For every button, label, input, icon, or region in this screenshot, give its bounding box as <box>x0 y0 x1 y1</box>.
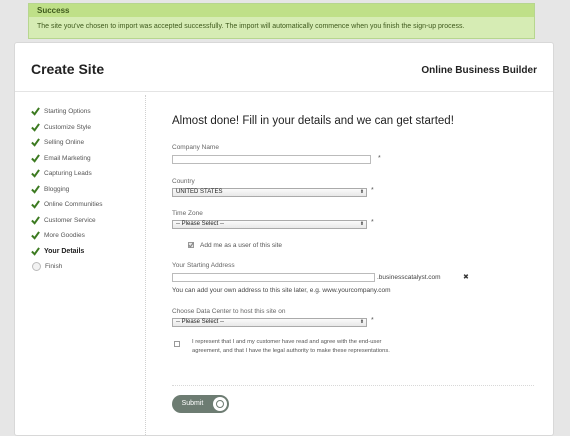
step-finish[interactable]: Finish <box>31 259 141 275</box>
checkmark-icon <box>188 242 194 248</box>
step-label: More Goodies <box>44 232 85 240</box>
form-divider <box>172 385 534 387</box>
address-suffix: .businesscatalyst.com <box>377 274 441 281</box>
country-value: UNITED STATES <box>176 189 223 195</box>
checkmark-icon <box>31 216 40 225</box>
form-headline: Almost done! Fill in your details and we… <box>172 115 454 127</box>
checkmark-icon <box>31 231 40 240</box>
company-name-input[interactable] <box>172 155 371 164</box>
page-title: Create Site <box>31 61 105 77</box>
checkmark-icon <box>31 247 40 256</box>
checkmark-icon <box>31 169 40 178</box>
select-arrow-icon: ⬍ <box>359 319 365 325</box>
banner-title: Success <box>29 4 534 17</box>
datacenter-value: -- Please Select -- <box>176 319 225 325</box>
step-customer-service[interactable]: Customer Service <box>31 213 141 229</box>
step-label: Capturing Leads <box>44 170 92 178</box>
step-label: Your Details <box>44 247 85 255</box>
details-form: Almost done! Fill in your details and we… <box>172 103 542 413</box>
add-user-label: Add me as a user of this site <box>200 242 283 249</box>
terms-text: I represent that I and my customer have … <box>192 339 390 354</box>
header-divider <box>15 91 553 92</box>
step-starting-options[interactable]: Starting Options <box>31 104 141 120</box>
step-selling-online[interactable]: Selling Online <box>31 135 141 151</box>
timezone-select[interactable]: -- Please Select -- ⬍ <box>172 220 367 229</box>
required-mark: * <box>378 155 381 162</box>
checkmark-icon <box>31 154 40 163</box>
brand-label: Online Business Builder <box>421 65 537 76</box>
country-label: Country <box>172 178 195 185</box>
starting-address-input[interactable] <box>172 273 375 282</box>
step-capturing-leads[interactable]: Capturing Leads <box>31 166 141 182</box>
steps-sidebar: Starting Options Customize Style Selling… <box>31 104 141 275</box>
step-your-details[interactable]: Your Details <box>31 244 141 260</box>
address-label: Your Starting Address <box>172 262 235 269</box>
select-arrow-icon: ⬍ <box>359 189 365 195</box>
timezone-label: Time Zone <box>172 210 203 217</box>
company-name-label: Company Name <box>172 144 219 151</box>
step-label: Customize Style <box>44 123 91 131</box>
step-label: Online Communities <box>44 201 103 209</box>
step-customize-style[interactable]: Customize Style <box>31 120 141 136</box>
terms-checkbox[interactable] <box>174 341 180 347</box>
checkmark-icon <box>31 138 40 147</box>
sidebar-divider <box>145 95 146 435</box>
required-mark: * <box>371 219 374 226</box>
step-label: Blogging <box>44 185 70 193</box>
checkmark-icon <box>31 185 40 194</box>
pending-circle-icon <box>32 262 41 272</box>
checkmark-icon <box>31 200 40 209</box>
submit-arrow-icon <box>213 397 227 411</box>
add-user-checkbox[interactable] <box>188 242 194 248</box>
success-banner: Success The site you've chosen to import… <box>28 3 535 39</box>
datacenter-label: Choose Data Center to host this site on <box>172 308 286 315</box>
timezone-value: -- Please Select -- <box>176 221 225 227</box>
address-hint: You can add your own address to this sit… <box>172 287 391 294</box>
step-label: Selling Online <box>44 139 85 147</box>
cancel-x-icon[interactable]: ✖ <box>463 273 469 281</box>
step-online-communities[interactable]: Online Communities <box>31 197 141 213</box>
datacenter-select[interactable]: -- Please Select -- ⬍ <box>172 318 367 327</box>
step-more-goodies[interactable]: More Goodies <box>31 228 141 244</box>
step-blogging[interactable]: Blogging <box>31 182 141 198</box>
checkmark-icon <box>31 107 40 116</box>
submit-label: Submit <box>181 400 204 407</box>
step-label: Starting Options <box>44 108 91 116</box>
country-select[interactable]: UNITED STATES ⬍ <box>172 188 367 197</box>
step-label: Finish <box>45 263 63 271</box>
required-mark: * <box>371 317 374 324</box>
banner-message: The site you've chosen to import was acc… <box>37 23 465 30</box>
checkmark-icon <box>31 123 40 132</box>
step-label: Customer Service <box>44 216 96 224</box>
step-label: Email Marketing <box>44 154 91 162</box>
select-arrow-icon: ⬍ <box>359 221 365 227</box>
step-email-marketing[interactable]: Email Marketing <box>31 151 141 167</box>
submit-button[interactable]: Submit <box>172 395 229 413</box>
required-mark: * <box>371 187 374 194</box>
create-site-card: Create Site Online Business Builder Star… <box>14 42 554 436</box>
